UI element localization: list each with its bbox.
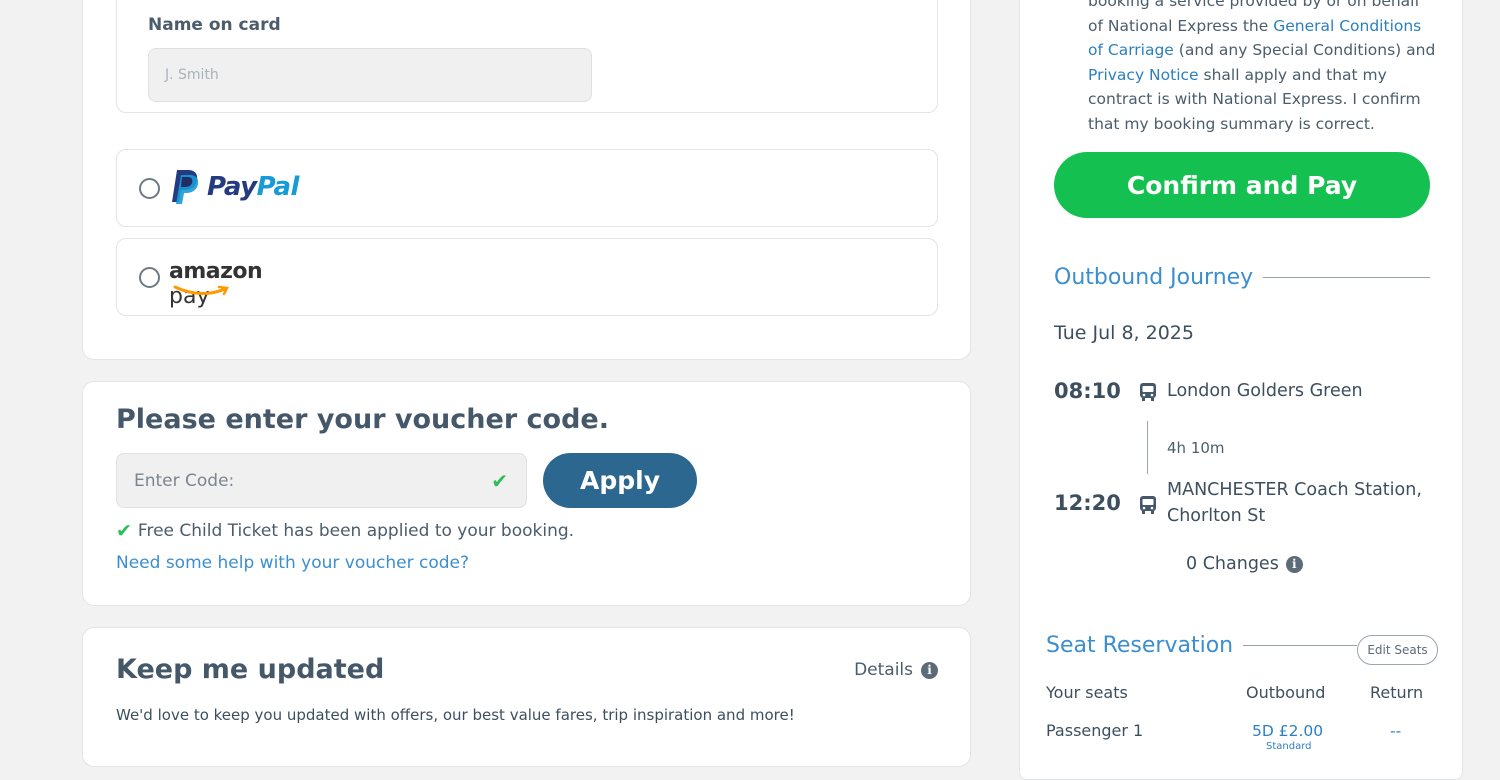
paypal-wordmark: PayPal — [207, 172, 299, 202]
check-icon: ✔ — [491, 468, 508, 493]
info-icon: i — [1285, 555, 1303, 573]
paypal-logo: PayPal — [171, 170, 299, 204]
bus-icon — [1140, 383, 1156, 401]
arrival-time: 12:20 — [1054, 491, 1121, 515]
your-seats-header: Your seats — [1046, 683, 1128, 702]
seat-reservation-title: Seat Reservation — [1046, 633, 1234, 658]
divider — [1263, 277, 1430, 278]
keep-updated-description: We'd love to keep you updated with offer… — [116, 706, 795, 724]
voucher-applied-message: ✔ Free Child Ticket has been applied to … — [116, 520, 574, 542]
info-icon: i — [921, 661, 938, 679]
divider — [1243, 645, 1357, 646]
booking-summary-card: booking a service provided by or on beha… — [1019, 0, 1463, 780]
amazon-pay-option[interactable]: amazon pay — [116, 238, 938, 316]
voucher-title: Please enter your voucher code. — [116, 404, 609, 435]
return-seat: -- — [1390, 722, 1402, 740]
outbound-journey-title: Outbound Journey — [1054, 265, 1254, 290]
apply-voucher-button[interactable]: Apply — [543, 453, 697, 508]
privacy-notice-link[interactable]: Privacy Notice — [1088, 66, 1199, 84]
outbound-seat: 5D £2.00 — [1252, 722, 1324, 740]
edit-seats-button[interactable]: Edit Seats — [1357, 635, 1438, 665]
voucher-placeholder: Enter Code: — [134, 470, 235, 491]
journey-duration: 4h 10m — [1167, 439, 1225, 457]
keep-updated-title: Keep me updated — [116, 654, 385, 685]
name-on-card-input[interactable]: J. Smith — [148, 48, 592, 102]
amazon-pay-radio[interactable] — [139, 267, 160, 288]
terms-text: booking a service provided by or on beha… — [1088, 0, 1438, 136]
details-link[interactable]: Details i — [854, 660, 938, 680]
arrival-stop: MANCHESTER Coach Station, Chorlton St — [1167, 480, 1422, 526]
terms-middle: (and any Special Conditions) and — [1173, 41, 1436, 59]
name-on-card-placeholder: J. Smith — [165, 67, 219, 83]
amazon-pay-wordmark: amazon pay — [169, 259, 263, 309]
paypal-option[interactable]: PayPal — [116, 149, 938, 227]
journey-line — [1147, 421, 1148, 474]
card-details-box: Name on card J. Smith — [116, 0, 938, 113]
payment-methods-card: Name on card J. Smith PayPal amazon pay — [82, 0, 971, 360]
name-on-card-label: Name on card — [148, 15, 281, 35]
details-label: Details — [854, 660, 913, 680]
changes-info[interactable]: 0 Changes i — [1186, 554, 1303, 574]
paypal-radio[interactable] — [139, 178, 160, 199]
voucher-applied-text: Free Child Ticket has been applied to yo… — [137, 521, 575, 541]
changes-label: 0 Changes — [1186, 554, 1279, 574]
keep-updated-card: Keep me updated Details i We'd love to k… — [82, 627, 971, 767]
seat-reservation-header: Seat Reservation — [1046, 633, 1357, 658]
amazon-smile-icon — [173, 285, 229, 296]
outbound-header: Outbound — [1246, 683, 1326, 702]
outbound-journey-header: Outbound Journey — [1054, 265, 1430, 290]
applied-check-icon: ✔ — [116, 520, 132, 542]
confirm-and-pay-button[interactable]: Confirm and Pay — [1054, 152, 1430, 218]
departure-stop: London Golders Green — [1167, 381, 1363, 401]
return-header: Return — [1370, 683, 1424, 702]
voucher-help-link[interactable]: Need some help with your voucher code? — [116, 553, 469, 573]
departure-time: 08:10 — [1054, 379, 1121, 403]
passenger-label: Passenger 1 — [1046, 721, 1144, 740]
amazon-pay-logo: amazon pay — [169, 259, 309, 309]
voucher-card: Please enter your voucher code. Enter Co… — [82, 381, 971, 606]
journey-date: Tue Jul 8, 2025 — [1054, 322, 1194, 344]
paypal-p-icon — [172, 170, 199, 204]
bus-icon — [1140, 496, 1156, 514]
voucher-code-input[interactable]: Enter Code: ✔ — [116, 453, 527, 508]
